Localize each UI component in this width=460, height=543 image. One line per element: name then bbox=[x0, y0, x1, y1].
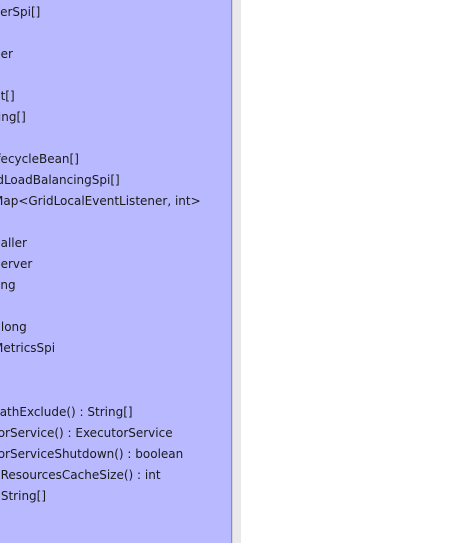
operation-row: torServiceShutdown() : boolean bbox=[0, 447, 184, 461]
attribute-row: ong bbox=[0, 278, 16, 292]
attribute-row: MetricsSpi bbox=[0, 341, 56, 355]
operation-row: PathExclude() : String[] bbox=[0, 405, 133, 419]
uml-class-box[interactable]: verSpi[] g ger nt[] ring[] ifecycleBean[… bbox=[0, 0, 232, 543]
attribute-row: Map<GridLocalEventListener, int> bbox=[0, 194, 201, 208]
attribute-row: g bbox=[0, 362, 1, 376]
attribute-row: ger bbox=[0, 47, 13, 61]
operation-row: torService() : ExecutorService bbox=[0, 426, 173, 440]
attribute-row: verSpi[] bbox=[0, 5, 41, 19]
attribute-row: idLoadBalancingSpi[] bbox=[0, 173, 120, 187]
attribute-row: ifecycleBean[] bbox=[0, 152, 79, 166]
attribute-row: g bbox=[0, 26, 1, 40]
operation-row: : String[] bbox=[0, 489, 47, 503]
class-box-shadow bbox=[232, 0, 241, 543]
operation-row: dResourcesCacheSize() : int bbox=[0, 468, 161, 482]
attribute-row: ring[] bbox=[0, 110, 26, 124]
diagram-canvas: verSpi[] g ger nt[] ring[] ifecycleBean[… bbox=[0, 0, 460, 543]
attribute-row: Server bbox=[0, 257, 33, 271]
attribute-row: nt[] bbox=[0, 89, 15, 103]
attribute-row: haller bbox=[0, 236, 27, 250]
attribute-row: : long bbox=[0, 320, 27, 334]
